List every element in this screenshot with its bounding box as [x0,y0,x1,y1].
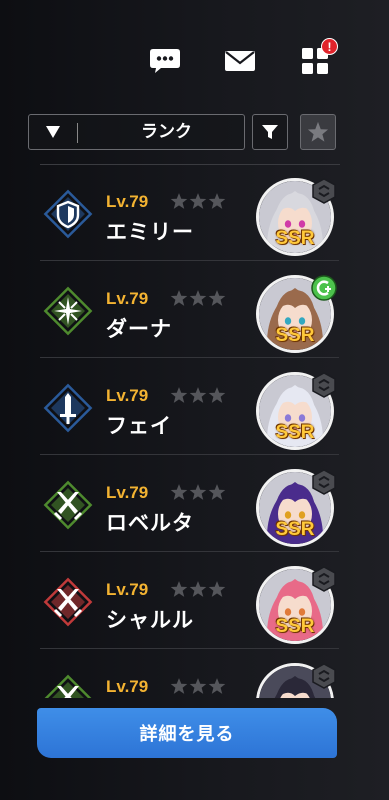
character-name: エミリー [106,220,194,244]
view-details-button[interactable]: 詳細を見る [37,708,337,758]
star-rating [170,289,226,307]
character-name: フェイ [106,414,172,438]
star-icon [189,483,207,501]
star-icon [189,386,207,404]
star-icon [170,192,188,210]
element-gray-icon [311,178,337,204]
star-rating [170,677,226,695]
character-row[interactable]: Lv.79 シャルル SSR [0,552,389,649]
character-level: Lv.79 [106,386,149,405]
star-icon [208,580,226,598]
class-sword-icon [42,382,94,434]
character-level: Lv.79 [106,289,149,308]
character-name: ダーナ [106,317,172,341]
filter-row: ランク [28,114,338,152]
star-rating [170,580,226,598]
mail-button[interactable] [223,44,257,78]
character-level: Lv.79 [106,192,149,211]
character-level: Lv.79 [106,580,149,599]
element-gray-icon [311,663,337,689]
star-icon [208,192,226,210]
character-name: ロベルタ [106,511,194,535]
character-row[interactable]: Lv.79 ダーナ SSR [0,261,389,358]
star-rating [170,483,226,501]
star-icon [189,677,207,695]
character-level: Lv.79 [106,483,149,502]
chat-button[interactable] [148,44,182,78]
sort-dropdown[interactable]: ランク [28,114,245,150]
class-cross-icon [42,285,94,337]
character-row[interactable]: Lv.79SSR [0,649,389,698]
star-icon [170,289,188,307]
character-list[interactable]: Lv.79 エミリー SSR Lv.79 ダーナ SSR Lv.79 フェイ SSR Lv.79 ロ… [0,164,389,698]
rarity-label: SSR [275,325,315,346]
top-bar: ! [0,38,389,84]
star-icon [208,483,226,501]
star-icon [189,192,207,210]
element-gray-icon [311,469,337,495]
star-icon [189,580,207,598]
element-gray-icon [311,566,337,592]
element-green-icon [311,275,337,301]
star-rating [170,192,226,210]
mail-icon [225,51,255,71]
rarity-label: SSR [275,228,315,249]
class-crossed-swords-icon [42,673,94,698]
star-icon [170,483,188,501]
class-crossed-swords-icon [42,576,94,628]
star-icon [170,386,188,404]
rarity-label: SSR [275,519,315,540]
character-name: シャルル [106,608,194,632]
element-gray-icon [311,372,337,398]
class-shield-icon [42,188,94,240]
star-icon [189,289,207,307]
character-row[interactable]: Lv.79 エミリー SSR [0,164,389,261]
star-icon [307,121,329,142]
star-icon [208,386,226,404]
character-level: Lv.79 [106,677,149,696]
menu-button[interactable]: ! [298,38,338,78]
sort-label: ランク [141,122,192,142]
star-icon [170,677,188,695]
favorite-filter-button[interactable] [300,114,336,150]
star-rating [170,386,226,404]
triangle-down-icon[interactable] [45,125,61,139]
rarity-label: SSR [275,422,315,443]
star-icon [170,580,188,598]
funnel-icon [262,125,278,139]
star-icon [208,677,226,695]
chat-bubble-icon [150,49,180,73]
character-row[interactable]: Lv.79 ロベルタ SSR [0,455,389,552]
sort-divider [77,123,78,143]
star-icon [208,289,226,307]
filter-button[interactable] [252,114,288,150]
character-row[interactable]: Lv.79 フェイ SSR [0,358,389,455]
notification-badge: ! [321,38,338,55]
class-crossed-swords-icon [42,479,94,531]
rarity-label: SSR [275,616,315,637]
